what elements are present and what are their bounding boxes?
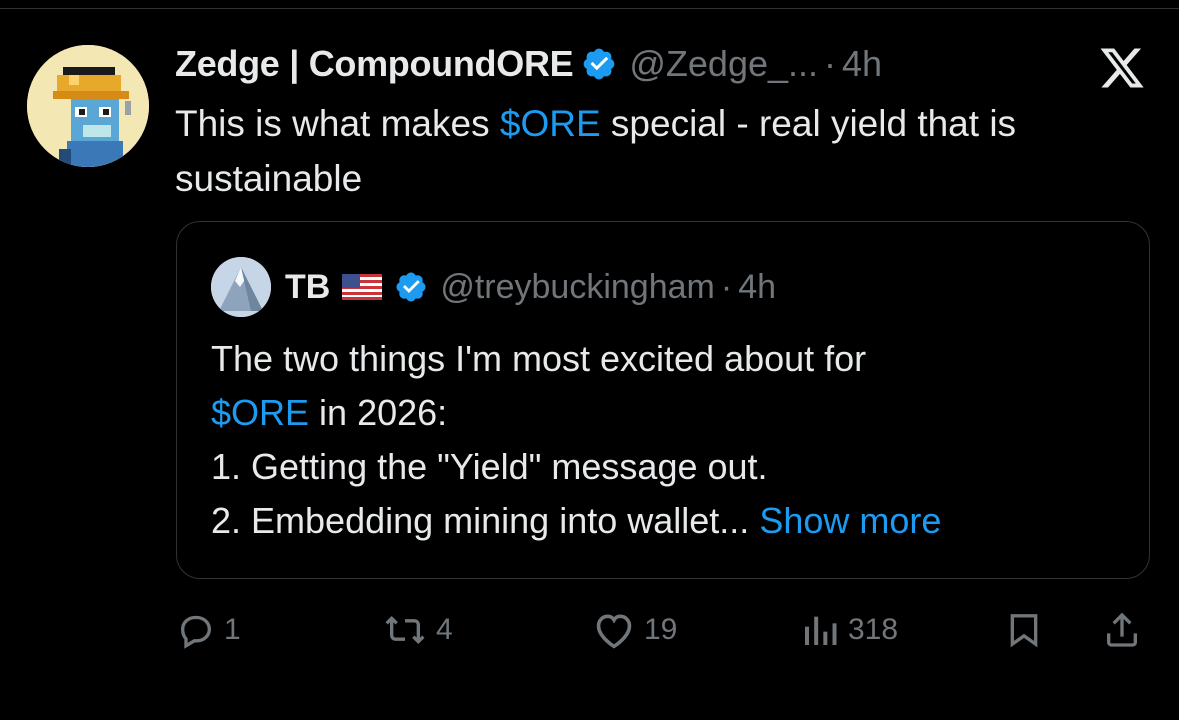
quote-line-2: $ORE in 2026: xyxy=(211,386,1131,440)
heart-icon xyxy=(596,614,632,649)
quote-line-1: The two things I'm most excited about fo… xyxy=(211,338,867,379)
bookmark-button[interactable] xyxy=(1004,600,1044,660)
quote-timestamp[interactable]: 4h xyxy=(738,268,776,307)
repost-icon xyxy=(385,615,425,645)
quote-cashtag-link[interactable]: $ORE xyxy=(211,392,309,433)
share-button[interactable] xyxy=(1102,600,1142,660)
tweet-timestamp[interactable]: 4h xyxy=(842,43,882,85)
author-handle[interactable]: @Zedge_... xyxy=(629,43,818,85)
bookmark-icon xyxy=(1010,614,1038,648)
top-divider xyxy=(0,8,1179,9)
reply-icon xyxy=(180,615,212,649)
views-chart-icon xyxy=(805,616,837,645)
author-display-name[interactable]: Zedge | CompoundORE xyxy=(175,43,574,85)
cashtag-link[interactable]: $ORE xyxy=(500,103,601,144)
quote-time-separator: · xyxy=(720,267,733,306)
views-button[interactable]: 318 xyxy=(800,600,898,660)
like-button[interactable]: 19 xyxy=(592,600,677,660)
repost-count: 4 xyxy=(436,613,453,646)
x-logo-icon xyxy=(1098,44,1146,92)
verified-badge-icon xyxy=(581,46,617,82)
views-count: 318 xyxy=(848,613,899,646)
quote-line-2-rest: in 2026: xyxy=(309,392,448,433)
mountain-avatar-icon xyxy=(211,257,271,317)
quote-verified-badge-icon xyxy=(394,270,428,304)
quote-author-avatar[interactable] xyxy=(211,257,271,317)
repost-button[interactable]: 4 xyxy=(382,600,453,660)
like-count: 19 xyxy=(644,613,678,646)
quote-line-4-text: 2. Embedding mining into wallet... xyxy=(211,500,750,541)
reply-count: 1 xyxy=(224,613,241,646)
quote-line-4: 2. Embedding mining into wallet... Show … xyxy=(211,494,1131,548)
quote-line-3: 1. Getting the "Yield" message out. xyxy=(211,446,768,487)
tweet-text: This is what makes $ORE special - real y… xyxy=(175,96,1165,206)
tweet-header: Zedge | CompoundORE @Zedge_... · 4h xyxy=(175,40,882,88)
us-flag-icon xyxy=(342,274,383,300)
quote-tweet-card[interactable]: TB @treybuckingham · 4h The two things I… xyxy=(176,221,1150,579)
tweet-text-prefix: This is what makes xyxy=(175,103,500,144)
quote-header: TB @treybuckingham · 4h xyxy=(211,257,776,317)
share-icon xyxy=(1107,612,1137,647)
show-more-link[interactable]: Show more xyxy=(759,500,941,541)
quote-body: The two things I'm most excited about fo… xyxy=(211,332,1131,548)
quote-author-handle[interactable]: @treybuckingham xyxy=(440,268,715,307)
author-avatar[interactable] xyxy=(27,45,149,167)
action-bar: 1 4 19 318 xyxy=(0,600,1179,660)
reply-button[interactable]: 1 xyxy=(176,600,241,660)
time-separator: · xyxy=(824,43,837,84)
quote-author-display-name[interactable]: TB xyxy=(285,268,330,307)
pixel-miner-avatar-icon xyxy=(27,45,149,167)
